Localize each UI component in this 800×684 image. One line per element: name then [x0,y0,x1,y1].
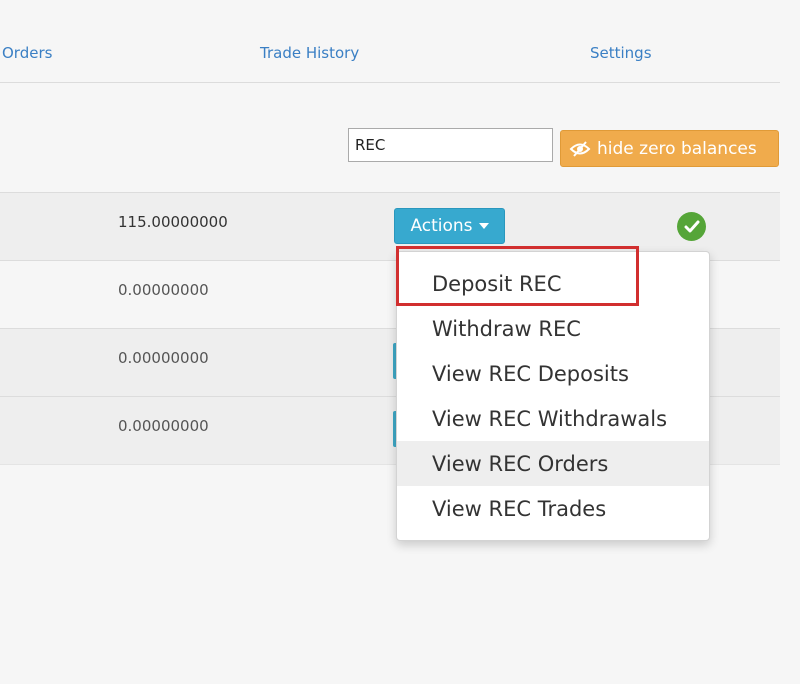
menu-item-withdraw[interactable]: Withdraw REC [397,306,709,351]
highlight-annotation-box [396,246,639,306]
currency-filter-input[interactable] [348,128,553,162]
hide-zero-balances-button[interactable]: hide zero balances [560,130,779,167]
nav-settings-link[interactable]: Settings [590,44,652,62]
hide-zero-balances-label: hide zero balances [597,138,757,159]
balance-amount: 0.00000000 [118,349,209,367]
menu-item-view-withdrawals[interactable]: View REC Withdrawals [397,396,709,441]
actions-button-label: Actions [410,216,473,236]
nav-trade-history-link[interactable]: Trade History [260,44,359,62]
eye-slash-icon [569,140,591,157]
top-nav: Orders Trade History Settings [0,0,780,83]
balance-amount: 0.00000000 [118,417,209,435]
menu-item-view-deposits[interactable]: View REC Deposits [397,351,709,396]
menu-item-view-orders[interactable]: View REC Orders [397,441,709,486]
caret-down-icon [478,223,489,229]
balance-amount: 0.00000000 [118,281,209,299]
balance-amount: 115.00000000 [118,213,228,231]
check-circle-icon [677,212,706,241]
actions-button[interactable]: Actions [394,208,505,244]
nav-orders-link[interactable]: Orders [2,44,52,62]
menu-item-view-trades[interactable]: View REC Trades [397,486,709,531]
